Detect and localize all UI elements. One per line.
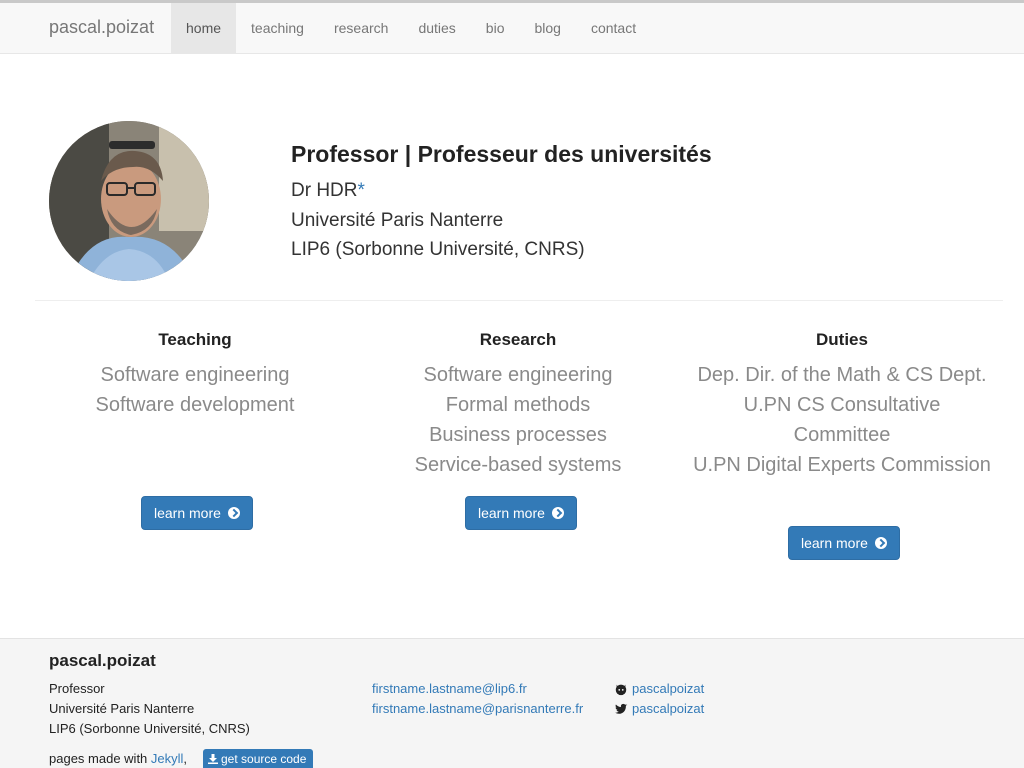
made-with-prefix: pages made with (49, 751, 151, 766)
duties-learn-more-label: learn more (801, 535, 868, 551)
nav-menu: home teaching research duties bio blog c… (171, 3, 651, 54)
get-source-code-label: get source code (221, 752, 307, 766)
hero-degree-text: Dr HDR (291, 180, 358, 201)
research-column: Research Software engineering Formal met… (368, 330, 668, 480)
teaching-item: Software engineering (100, 364, 290, 386)
teaching-heading: Teaching (158, 330, 232, 349)
made-with-text: pages made with Jekyll, (49, 751, 187, 766)
footer-lab: LIP6 (Sorbonne Université, CNRS) (49, 721, 250, 736)
hero-title: Professor | Professeur des universités (291, 141, 712, 167)
duties-item: U.PN CS Consultative (743, 394, 941, 416)
hero-university: Université Paris Nanterre (291, 210, 504, 231)
avatar (49, 121, 209, 281)
hdr-footnote-link[interactable]: * (358, 180, 365, 201)
teaching-learn-more-label: learn more (154, 505, 221, 521)
github-link[interactable]: pascalpoizat (632, 681, 704, 696)
email-parisnanterre-link[interactable]: firstname.lastname@parisnanterre.fr (372, 701, 583, 716)
duties-item: U.PN Digital Experts Commission (693, 454, 991, 476)
chevron-circle-right-icon (874, 537, 887, 549)
research-item: Software engineering (423, 364, 613, 386)
nav-research[interactable]: research (319, 3, 403, 54)
chevron-circle-right-icon (551, 507, 564, 519)
get-source-code-button[interactable]: get source code (203, 749, 314, 768)
hero-degree: Dr HDR* (291, 180, 365, 202)
footer-university: Université Paris Nanterre (49, 701, 195, 716)
teaching-column: Teaching Software engineering Software d… (45, 330, 345, 420)
duties-item: Committee (793, 424, 891, 446)
duties-learn-more-button[interactable]: learn more (788, 526, 900, 560)
research-learn-more-button[interactable]: learn more (465, 496, 577, 530)
teaching-learn-more-button[interactable]: learn more (141, 496, 253, 530)
chevron-circle-right-icon (227, 507, 240, 519)
research-learn-more-label: learn more (478, 505, 545, 521)
research-heading: Research (479, 330, 557, 349)
twitter-link[interactable]: pascalpoizat (632, 701, 704, 716)
nav-contact[interactable]: contact (576, 3, 651, 54)
footer: pascal.poizat Professor Université Paris… (0, 638, 1024, 768)
nav-home[interactable]: home (171, 3, 237, 54)
twitter-icon (615, 703, 628, 714)
email-lip6-link[interactable]: firstname.lastname@lip6.fr (372, 681, 527, 696)
nav-teaching[interactable]: teaching (236, 3, 319, 54)
made-with-suffix: , (183, 751, 188, 766)
research-item: Service-based systems (414, 454, 622, 476)
footer-role: Professor (49, 681, 105, 696)
hero-lab: LIP6 (Sorbonne Université, CNRS) (291, 239, 585, 260)
section-divider (35, 300, 1003, 301)
duties-heading: Duties (816, 330, 868, 349)
nav-bio[interactable]: bio (471, 3, 520, 54)
github-icon (615, 684, 627, 696)
navbar: pascal.poizat home teaching research dut… (0, 0, 1024, 54)
nav-blog[interactable]: blog (519, 3, 575, 54)
research-item: Business processes (429, 424, 607, 446)
brand-link[interactable]: pascal.poizat (49, 17, 154, 38)
duties-item: Dep. Dir. of the Math & CS Dept. (697, 364, 987, 386)
footer-title: pascal.poizat (49, 651, 156, 670)
download-icon (208, 754, 218, 764)
teaching-item: Software development (95, 394, 295, 416)
duties-column: Duties Dep. Dir. of the Math & CS Dept. … (692, 330, 992, 480)
jekyll-link[interactable]: Jekyll (151, 751, 184, 766)
nav-duties[interactable]: duties (403, 3, 470, 54)
research-item: Formal methods (445, 394, 591, 416)
